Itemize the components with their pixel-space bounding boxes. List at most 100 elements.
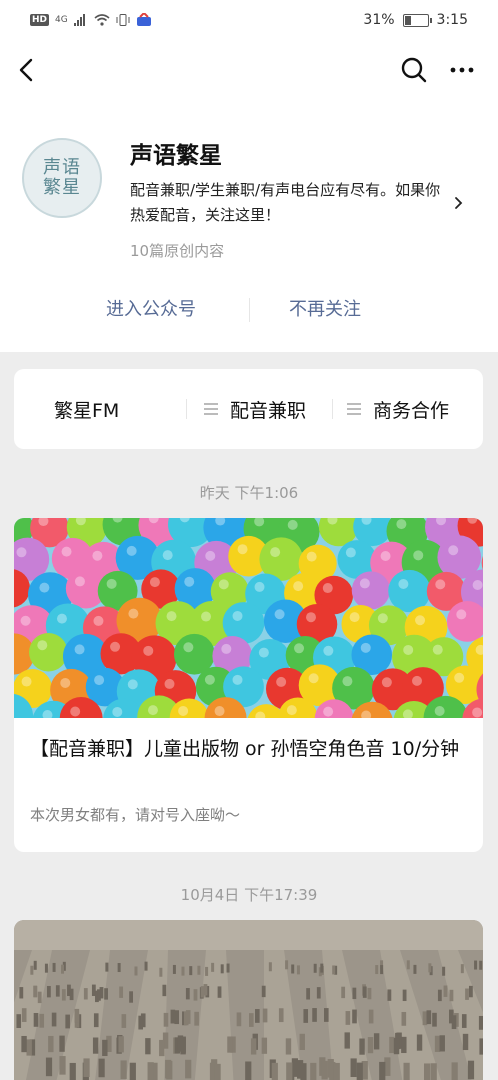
- warrior-figure: [119, 986, 124, 998]
- ball-shape: [388, 569, 431, 613]
- warrior-figure: [416, 1034, 423, 1051]
- warrior-figure: [380, 965, 384, 975]
- article-cover-image[interactable]: [14, 920, 483, 1080]
- warrior-figure: [61, 989, 66, 1001]
- warrior-figure: [83, 988, 88, 1000]
- ball-highlight: [149, 577, 160, 588]
- ball-highlight: [92, 550, 103, 561]
- ball-highlight: [448, 545, 459, 556]
- article-title[interactable]: 【配音兼职】儿童出版物 or 孙悟空角色音 10/分钟: [30, 734, 470, 764]
- warrior-figure: [443, 985, 448, 997]
- ball-highlight: [74, 644, 85, 655]
- warrior-figure: [162, 984, 167, 997]
- ball-highlight: [93, 615, 104, 626]
- warrior-figure: [426, 1010, 432, 1025]
- ball-highlight: [342, 676, 353, 687]
- warrior-figure: [55, 985, 60, 997]
- ball-highlight: [345, 547, 356, 558]
- warrior-figure: [356, 1062, 363, 1080]
- nav-bar: [0, 40, 498, 100]
- vibrate-icon: [116, 14, 130, 26]
- warrior-figure: [105, 962, 109, 972]
- warrior-figure: [51, 1012, 57, 1027]
- ball-highlight: [20, 615, 31, 626]
- warrior-figure: [170, 1009, 176, 1024]
- warrior-figure: [449, 989, 454, 1002]
- warrior-figure: [21, 1035, 27, 1053]
- back-button[interactable]: [12, 54, 44, 86]
- warrior-figure: [310, 1062, 317, 1080]
- ball-highlight: [412, 675, 423, 686]
- ball-highlight: [204, 674, 215, 685]
- warrior-figure: [193, 989, 198, 1001]
- ball-highlight: [377, 613, 388, 624]
- warrior-figure: [271, 1062, 278, 1080]
- enter-account-button[interactable]: 进入公众号: [106, 290, 196, 330]
- ball-highlight: [456, 609, 467, 620]
- warrior-figure: [59, 1035, 65, 1052]
- warrior-figure: [320, 963, 324, 973]
- search-button[interactable]: [398, 54, 430, 86]
- ball-highlight: [294, 643, 305, 654]
- menu-item-dubbing[interactable]: 配音兼职: [204, 369, 306, 449]
- account-name: 声语繁星: [130, 143, 222, 169]
- warrior-figure: [255, 1009, 260, 1023]
- ball-highlight: [61, 546, 72, 557]
- menu-item-business[interactable]: 商务合作: [347, 369, 449, 449]
- profile-detail-button[interactable]: [452, 192, 466, 214]
- warrior-figure: [313, 963, 317, 973]
- ball-highlight: [218, 579, 229, 590]
- article-date: 10月4日 下午17:39: [180, 886, 318, 904]
- ball-highlight: [274, 609, 285, 620]
- warrior-figure: [373, 1033, 380, 1050]
- search-icon: [401, 57, 427, 83]
- ball-highlight: [143, 645, 154, 656]
- menu-item-fm[interactable]: 繁星FM: [54, 369, 119, 449]
- ball-highlight: [322, 583, 333, 594]
- menu-item-label: 繁星FM: [54, 399, 120, 422]
- warrior-figure: [44, 963, 48, 973]
- article-cover-image[interactable]: [14, 518, 483, 718]
- warrior-figure: [474, 960, 478, 970]
- status-right: 31% 3:15: [363, 12, 468, 28]
- ball-highlight: [380, 550, 391, 561]
- warrior-figure: [102, 1039, 108, 1057]
- more-button[interactable]: [446, 54, 478, 86]
- account-description[interactable]: 配音兼职/学生兼职/有声电台应有尽有。如果你热爱配音，关注这里！: [130, 178, 446, 228]
- warrior-figure: [341, 986, 346, 999]
- article-card[interactable]: [14, 920, 483, 1080]
- ball-highlight: [415, 615, 426, 626]
- article-card[interactable]: 【配音兼职】儿童出版物 or 孙悟空角色音 10/分钟 本次男女都有，请对号入座…: [14, 518, 483, 852]
- ball-highlight: [201, 611, 212, 622]
- ball-highlight: [39, 582, 50, 593]
- warrior-figure: [98, 1058, 105, 1078]
- ball-highlight: [221, 643, 232, 654]
- ball-highlight: [434, 706, 445, 717]
- warrior-figure: [401, 1011, 407, 1026]
- ball-highlight: [16, 547, 27, 558]
- ball-highlight: [232, 610, 243, 621]
- signal-icon: [73, 14, 85, 26]
- warrior-figure: [194, 1011, 199, 1026]
- ball-highlight: [308, 673, 319, 684]
- warrior-figure: [439, 1035, 445, 1052]
- warrior-figure: [166, 1060, 173, 1080]
- hd-badge: HD: [30, 14, 50, 26]
- warrior-figure: [261, 1037, 268, 1054]
- ball-highlight: [56, 613, 67, 624]
- unfollow-button[interactable]: 不再关注: [289, 290, 361, 330]
- warrior-figure: [159, 1039, 165, 1057]
- ball-highlight: [237, 544, 248, 555]
- warrior-figure: [220, 964, 224, 974]
- warrior-figure: [291, 964, 295, 974]
- warrior-figure: [312, 1008, 317, 1022]
- warrior-figure: [214, 1063, 221, 1080]
- article-digest: 本次男女都有，请对号入座呦～: [30, 806, 241, 824]
- warrior-figure: [48, 1035, 54, 1053]
- warrior-figure: [172, 964, 176, 974]
- avatar[interactable]: 声语繁星: [22, 138, 102, 218]
- warrior-figure: [321, 1060, 328, 1080]
- warrior-figure: [333, 1062, 340, 1080]
- app-notification-icon: [136, 13, 151, 26]
- ball-shape: [29, 632, 68, 672]
